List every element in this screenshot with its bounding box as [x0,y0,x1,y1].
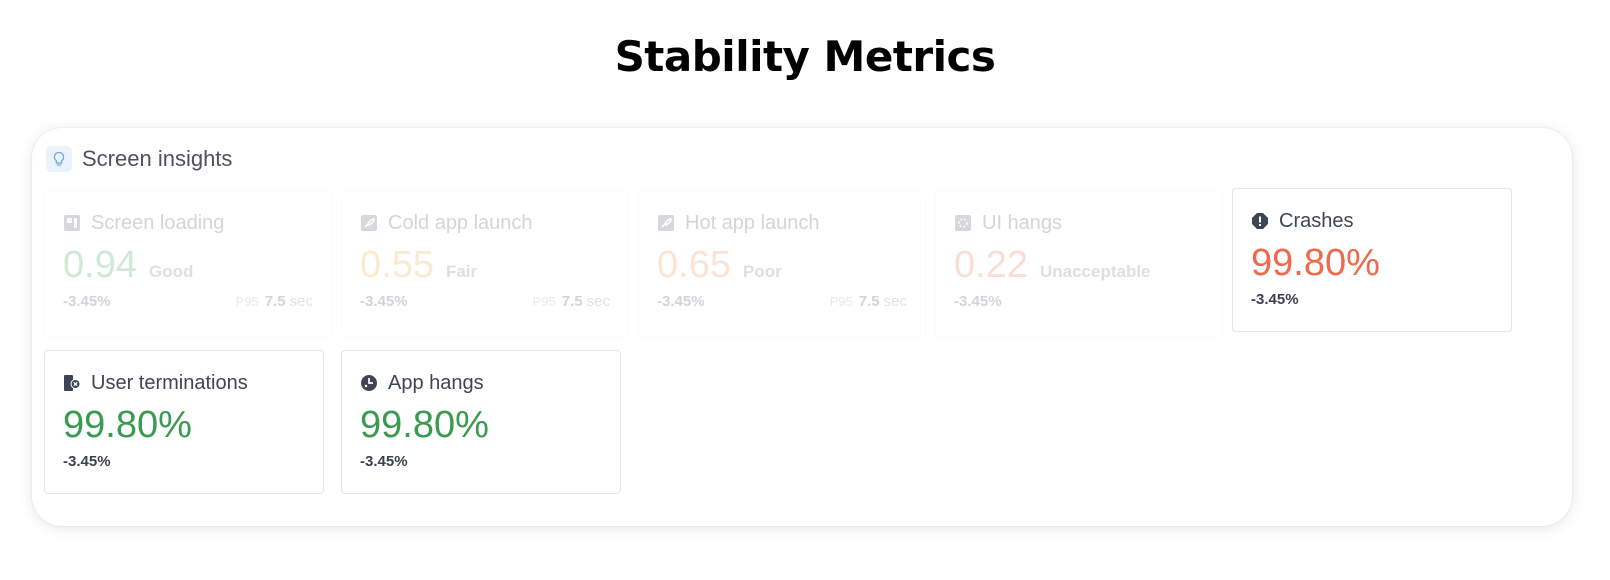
metric-label: Cold app launch [388,211,533,234]
crash-alert-icon [1251,212,1269,230]
metric-value: 99.80% [63,404,192,446]
metric-p95: P95 7.5 sec [235,293,313,310]
metric-card-ui-hangs[interactable]: UI hangs 0.22 Unacceptable -3.45% [935,190,1223,338]
metric-delta: -3.45% [360,293,408,310]
metric-delta: -3.45% [360,453,408,470]
metric-label: Crashes [1279,209,1354,232]
metric-card-user-terminations[interactable]: User terminations 99.80% -3.45% [44,350,324,494]
metric-label: App hangs [388,371,484,394]
metric-delta: -3.45% [1251,291,1299,308]
metric-value: 99.80% [360,404,489,446]
metric-value: 0.55 [360,244,434,286]
ui-hangs-icon [954,214,972,232]
metric-delta: -3.45% [657,293,705,310]
screen-loading-icon [63,214,81,232]
metric-card-crashes[interactable]: Crashes 99.80% -3.45% [1232,188,1512,332]
metric-delta: -3.45% [63,293,111,310]
metric-label: User terminations [91,371,248,394]
metric-delta: -3.45% [954,293,1002,310]
metric-label: Hot app launch [685,211,820,234]
metric-rating: Unacceptable [1039,262,1151,281]
metric-card-app-hangs[interactable]: App hangs 99.80% -3.45% [341,350,621,494]
metric-label: Screen loading [91,211,225,234]
page-title: Stability Metrics [614,32,996,81]
panel-title: Screen insights [82,146,233,171]
rocket-icon [360,214,378,232]
metric-label: UI hangs [982,211,1063,234]
metric-p95: P95 7.5 sec [829,293,907,310]
metric-value: 0.22 [954,244,1028,286]
metric-delta: -3.45% [63,453,111,470]
metric-rating: Fair [445,262,478,281]
metric-value: 0.65 [657,244,731,286]
user-termination-icon [63,374,81,392]
metric-card-screen-loading[interactable]: Screen loading 0.94 Good -3.45% P95 7.5 se… [44,190,332,338]
metric-value: 0.94 [63,244,137,286]
screen-insights-panel: Screen insights Screen loading 0.94 Good… [32,128,1572,526]
metric-rating: Good [148,262,194,281]
panel-header: Screen insights [46,146,232,172]
rocket-icon [657,214,675,232]
app-hang-icon [360,374,378,392]
lightbulb-icon [46,146,72,172]
metric-p95: P95 7.5 sec [532,293,610,310]
metric-card-hot-app-launch[interactable]: Hot app launch 0.65 Poor -3.45% P95 7.5 se… [638,190,926,338]
metric-rating: Poor [742,262,782,281]
metric-card-cold-app-launch[interactable]: Cold app launch 0.55 Fair -3.45% P95 7.5 s… [341,190,629,338]
metric-value: 99.80% [1251,242,1380,284]
